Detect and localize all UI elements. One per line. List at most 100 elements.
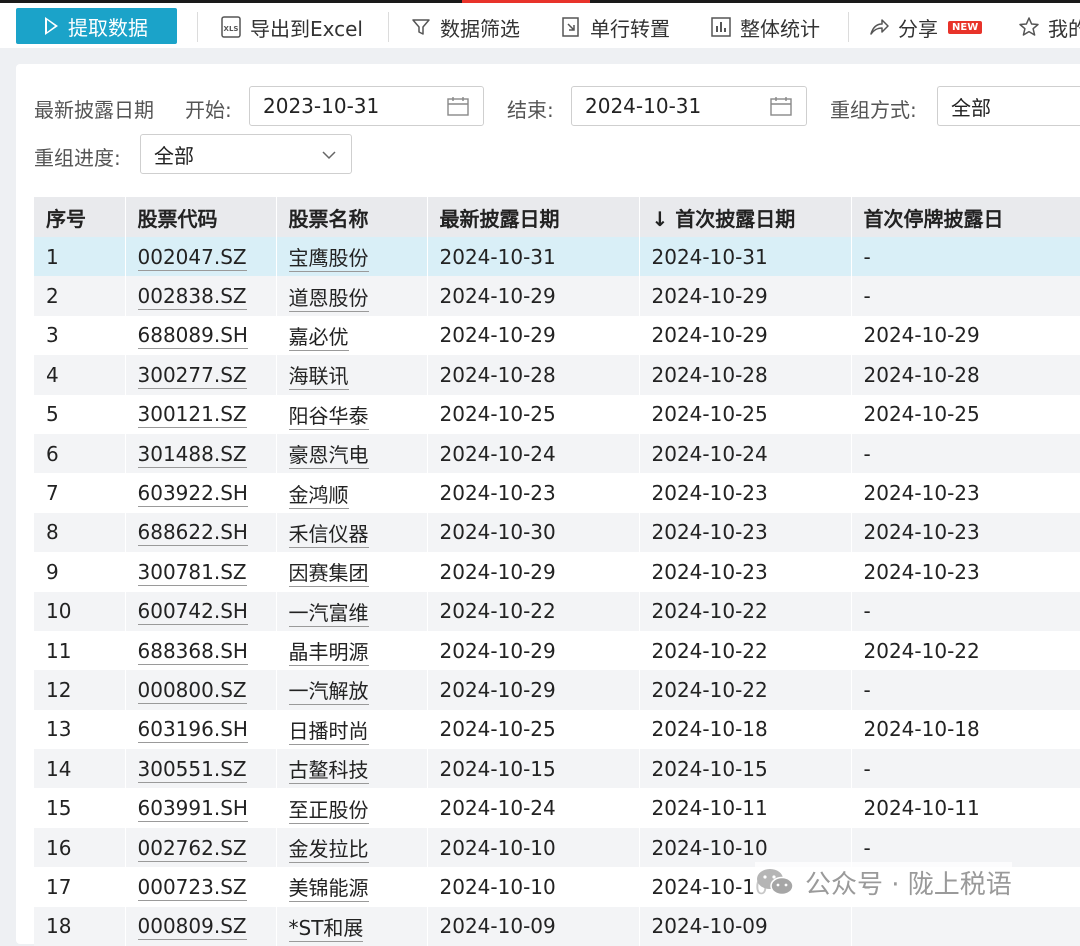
table-row[interactable]: 18 000809.SZ *ST和展 2024-10-09 2024-10-09 <box>34 906 1080 946</box>
table-row[interactable]: 12 000800.SZ 一汽解放 2024-10-29 2024-10-22- <box>34 670 1080 710</box>
stock-code-link[interactable]: 603991.SH <box>137 796 248 823</box>
favorites-button[interactable]: 我的 <box>1018 12 1080 42</box>
cell-stock-name[interactable]: 金鸿顺 <box>276 473 428 513</box>
cell-stock-name[interactable]: 一汽解放 <box>276 670 428 710</box>
table-row[interactable]: 13 603196.SH 日播时尚 2024-10-25 2024-10-18 2024-… <box>34 709 1080 750</box>
stock-name-link[interactable]: 阳谷华泰 <box>288 403 369 430</box>
cell-stock-code[interactable]: 300277.SZ <box>125 355 277 395</box>
stock-name-link[interactable]: 金鸿顺 <box>288 482 349 509</box>
cell-stock-code[interactable]: 002838.SZ <box>125 276 277 316</box>
cell-stock-name[interactable]: 嘉必优 <box>276 315 428 356</box>
stock-name-link[interactable]: 一汽解放 <box>288 679 369 706</box>
cell-stock-code[interactable]: 000809.SZ <box>125 906 277 946</box>
cell-stock-name[interactable]: 至正股份 <box>276 788 428 828</box>
stock-code-link[interactable]: 688089.SH <box>137 323 248 350</box>
cell-stock-name[interactable]: 道恩股份 <box>276 276 428 316</box>
cell-stock-code[interactable]: 688622.SH <box>125 512 277 553</box>
table-row[interactable]: 15 603991.SH 至正股份 2024-10-24 2024-10-11 2024-… <box>34 788 1080 828</box>
table-row[interactable]: 7 603922.SH 金鸿顺 2024-10-23 2024-10-23 2024-10… <box>34 473 1080 513</box>
table-row[interactable]: 3 688089.SH 嘉必优 2024-10-29 2024-10-29 2024-10… <box>34 315 1080 356</box>
extract-data-button[interactable]: 提取数据 <box>16 8 177 44</box>
stock-code-link[interactable]: 300551.SZ <box>137 756 247 783</box>
stock-name-link[interactable]: *ST和展 <box>288 915 364 942</box>
stock-name-link[interactable]: 禾信仪器 <box>288 521 369 548</box>
cell-stock-name[interactable]: 因赛集团 <box>276 552 428 592</box>
cell-stock-code[interactable]: 000723.SZ <box>125 867 277 907</box>
col-first-date-header[interactable]: ↓ 首次披露日期 <box>639 197 852 237</box>
stock-name-link[interactable]: 金发拉比 <box>288 837 369 864</box>
stock-code-link[interactable]: 603196.SH <box>137 717 248 744</box>
stock-code-link[interactable]: 300121.SZ <box>137 402 247 429</box>
col-index-header[interactable]: 序号 <box>34 197 126 237</box>
restructure-progress-select[interactable]: 全部 <box>140 134 352 174</box>
col-first-suspension-header[interactable]: 首次停牌披露日 <box>851 197 1080 237</box>
table-row[interactable]: 5 300121.SZ 阳谷华泰 2024-10-25 2024-10-25 2024-1… <box>34 394 1080 434</box>
cell-stock-name[interactable]: 阳谷华泰 <box>276 394 428 434</box>
table-row[interactable]: 14 300551.SZ 古鳌科技 2024-10-15 2024-10-15- <box>34 749 1080 789</box>
table-row[interactable]: 11 688368.SH 晶丰明源 2024-10-29 2024-10-22 2024-… <box>34 630 1080 671</box>
cell-stock-name[interactable]: 豪恩汽电 <box>276 433 428 474</box>
cell-stock-name[interactable]: 美锦能源 <box>276 867 428 907</box>
cell-stock-code[interactable]: 301488.SZ <box>125 433 277 474</box>
stock-name-link[interactable]: 至正股份 <box>288 797 369 824</box>
stock-code-link[interactable]: 688368.SH <box>137 638 248 665</box>
overall-stats-button[interactable]: 整体统计 <box>710 12 820 42</box>
stock-name-link[interactable]: 海联讯 <box>288 364 349 391</box>
table-row[interactable]: 8 688622.SH 禾信仪器 2024-10-30 2024-10-23 2024-1… <box>34 512 1080 553</box>
cell-stock-name[interactable]: 金发拉比 <box>276 827 428 868</box>
stock-code-link[interactable]: 300277.SZ <box>137 362 247 389</box>
cell-stock-code[interactable]: 603922.SH <box>125 473 277 513</box>
transpose-row-button[interactable]: 单行转置 <box>560 12 670 42</box>
cell-stock-name[interactable]: 晶丰明源 <box>276 630 428 671</box>
stock-code-link[interactable]: 300781.SZ <box>137 559 247 586</box>
cell-stock-code[interactable]: 300781.SZ <box>125 552 277 592</box>
stock-name-link[interactable]: 晶丰明源 <box>288 640 369 667</box>
stock-code-link[interactable]: 688622.SH <box>137 520 248 547</box>
stock-code-link[interactable]: 002838.SZ <box>137 284 247 311</box>
col-stock-code-header[interactable]: 股票代码 <box>125 197 277 237</box>
share-button[interactable]: 分享 NEW <box>868 12 983 42</box>
table-row[interactable]: 9 300781.SZ 因赛集团 2024-10-29 2024-10-23 2024-1… <box>34 552 1080 592</box>
start-date-input[interactable]: 2023-10-31 <box>249 86 484 126</box>
stock-name-link[interactable]: 宝鹰股份 <box>288 246 369 273</box>
cell-stock-code[interactable]: 300121.SZ <box>125 394 277 434</box>
cell-stock-name[interactable]: 宝鹰股份 <box>276 237 428 277</box>
cell-stock-code[interactable]: 300551.SZ <box>125 749 277 789</box>
cell-stock-name[interactable]: 日播时尚 <box>276 709 428 750</box>
cell-stock-code[interactable]: 603196.SH <box>125 709 277 750</box>
cell-stock-code[interactable]: 600742.SH <box>125 591 277 631</box>
cell-stock-name[interactable]: *ST和展 <box>276 906 428 946</box>
table-row[interactable]: 6 301488.SZ 豪恩汽电 2024-10-24 2024-10-24- <box>34 433 1080 474</box>
cell-stock-code[interactable]: 000800.SZ <box>125 670 277 710</box>
table-row[interactable]: 1 002047.SZ 宝鹰股份 2024-10-31 2024-10-31- <box>34 237 1080 277</box>
stock-code-link[interactable]: 603922.SH <box>137 481 248 508</box>
calendar-icon[interactable] <box>770 96 792 116</box>
stock-name-link[interactable]: 古鳌科技 <box>288 758 369 785</box>
cell-stock-code[interactable]: 688089.SH <box>125 315 277 356</box>
stock-code-link[interactable]: 000723.SZ <box>137 874 247 901</box>
cell-stock-name[interactable]: 一汽富维 <box>276 591 428 631</box>
stock-name-link[interactable]: 嘉必优 <box>288 324 349 351</box>
cell-stock-name[interactable]: 海联讯 <box>276 355 428 395</box>
stock-name-link[interactable]: 豪恩汽电 <box>288 443 369 470</box>
stock-code-link[interactable]: 002762.SZ <box>137 835 247 862</box>
data-filter-button[interactable]: 数据筛选 <box>410 12 520 42</box>
export-excel-button[interactable]: XLS 导出到Excel <box>220 12 363 42</box>
restructure-method-select[interactable]: 全部 <box>937 86 1080 126</box>
stock-name-link[interactable]: 因赛集团 <box>288 561 369 588</box>
cell-stock-code[interactable]: 002762.SZ <box>125 827 277 868</box>
col-stock-name-header[interactable]: 股票名称 <box>276 197 428 237</box>
table-row[interactable]: 2 002838.SZ 道恩股份 2024-10-29 2024-10-29- <box>34 276 1080 316</box>
stock-code-link[interactable]: 600742.SH <box>137 599 248 626</box>
stock-code-link[interactable]: 000800.SZ <box>137 677 247 704</box>
col-latest-date-header[interactable]: 最新披露日期 <box>427 197 640 237</box>
stock-code-link[interactable]: 002047.SZ <box>137 244 247 271</box>
calendar-icon[interactable] <box>447 96 469 116</box>
cell-stock-name[interactable]: 禾信仪器 <box>276 512 428 553</box>
stock-name-link[interactable]: 一汽富维 <box>288 600 369 627</box>
stock-code-link[interactable]: 000809.SZ <box>137 914 247 941</box>
cell-stock-code[interactable]: 603991.SH <box>125 788 277 828</box>
end-date-input[interactable]: 2024-10-31 <box>571 86 807 126</box>
table-row[interactable]: 4 300277.SZ 海联讯 2024-10-28 2024-10-28 2024-10… <box>34 355 1080 395</box>
stock-name-link[interactable]: 美锦能源 <box>288 876 369 903</box>
